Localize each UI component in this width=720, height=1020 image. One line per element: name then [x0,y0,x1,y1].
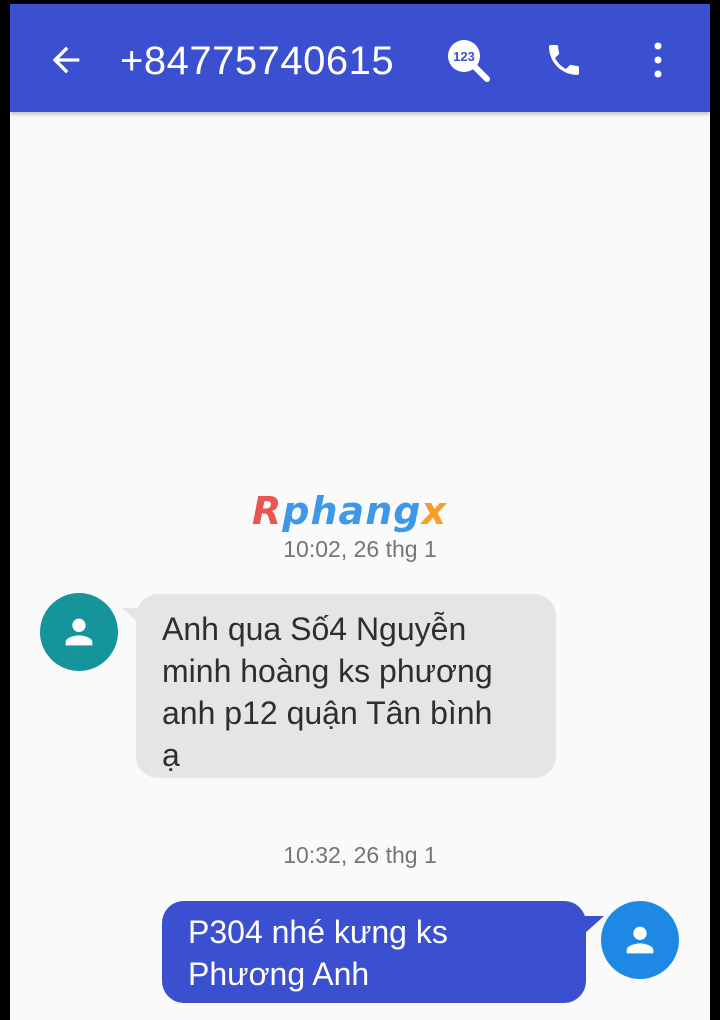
watermark-letter: h [310,489,339,533]
person-icon [626,926,654,954]
back-button[interactable] [40,34,92,86]
watermark-letter: p [282,489,311,533]
search-numbers-icon: 123 [448,40,490,82]
incoming-message-bubble[interactable]: Anh qua Số4 Nguyễn minh hoàng ks phương … [136,594,556,778]
more-options-button[interactable] [636,34,680,86]
watermark-letter: x [421,489,447,533]
app-bar: +84775740615 123 [10,4,710,112]
watermark-letter: a [338,489,366,533]
arrow-left-icon [52,46,80,74]
watermark-letter: g [393,489,422,533]
message-timestamp: 10:02, 26 thg 1 [283,536,437,562]
contact-avatar[interactable] [40,593,118,671]
self-avatar[interactable] [601,901,679,979]
search-badge-text: 123 [453,49,475,64]
watermark-logo: Rphangx [252,486,472,536]
message-timestamp: 10:32, 26 thg 1 [283,842,437,868]
person-icon [65,618,93,646]
outgoing-message-bubble[interactable]: P304 nhé kưng ks Phương Anh [162,901,586,1003]
search-numbers-button[interactable]: 123 [442,34,494,86]
watermark-letter: R [252,489,283,533]
phone-icon [549,45,579,75]
messaging-screen: +84775740615 123 Rphangx 10:02, 26 thg 1 [10,4,710,1020]
call-button[interactable] [538,34,590,86]
more-vertical-icon [654,42,662,78]
contact-phone-number: +84775740615 [120,39,395,83]
watermark-letter: n [365,489,394,533]
